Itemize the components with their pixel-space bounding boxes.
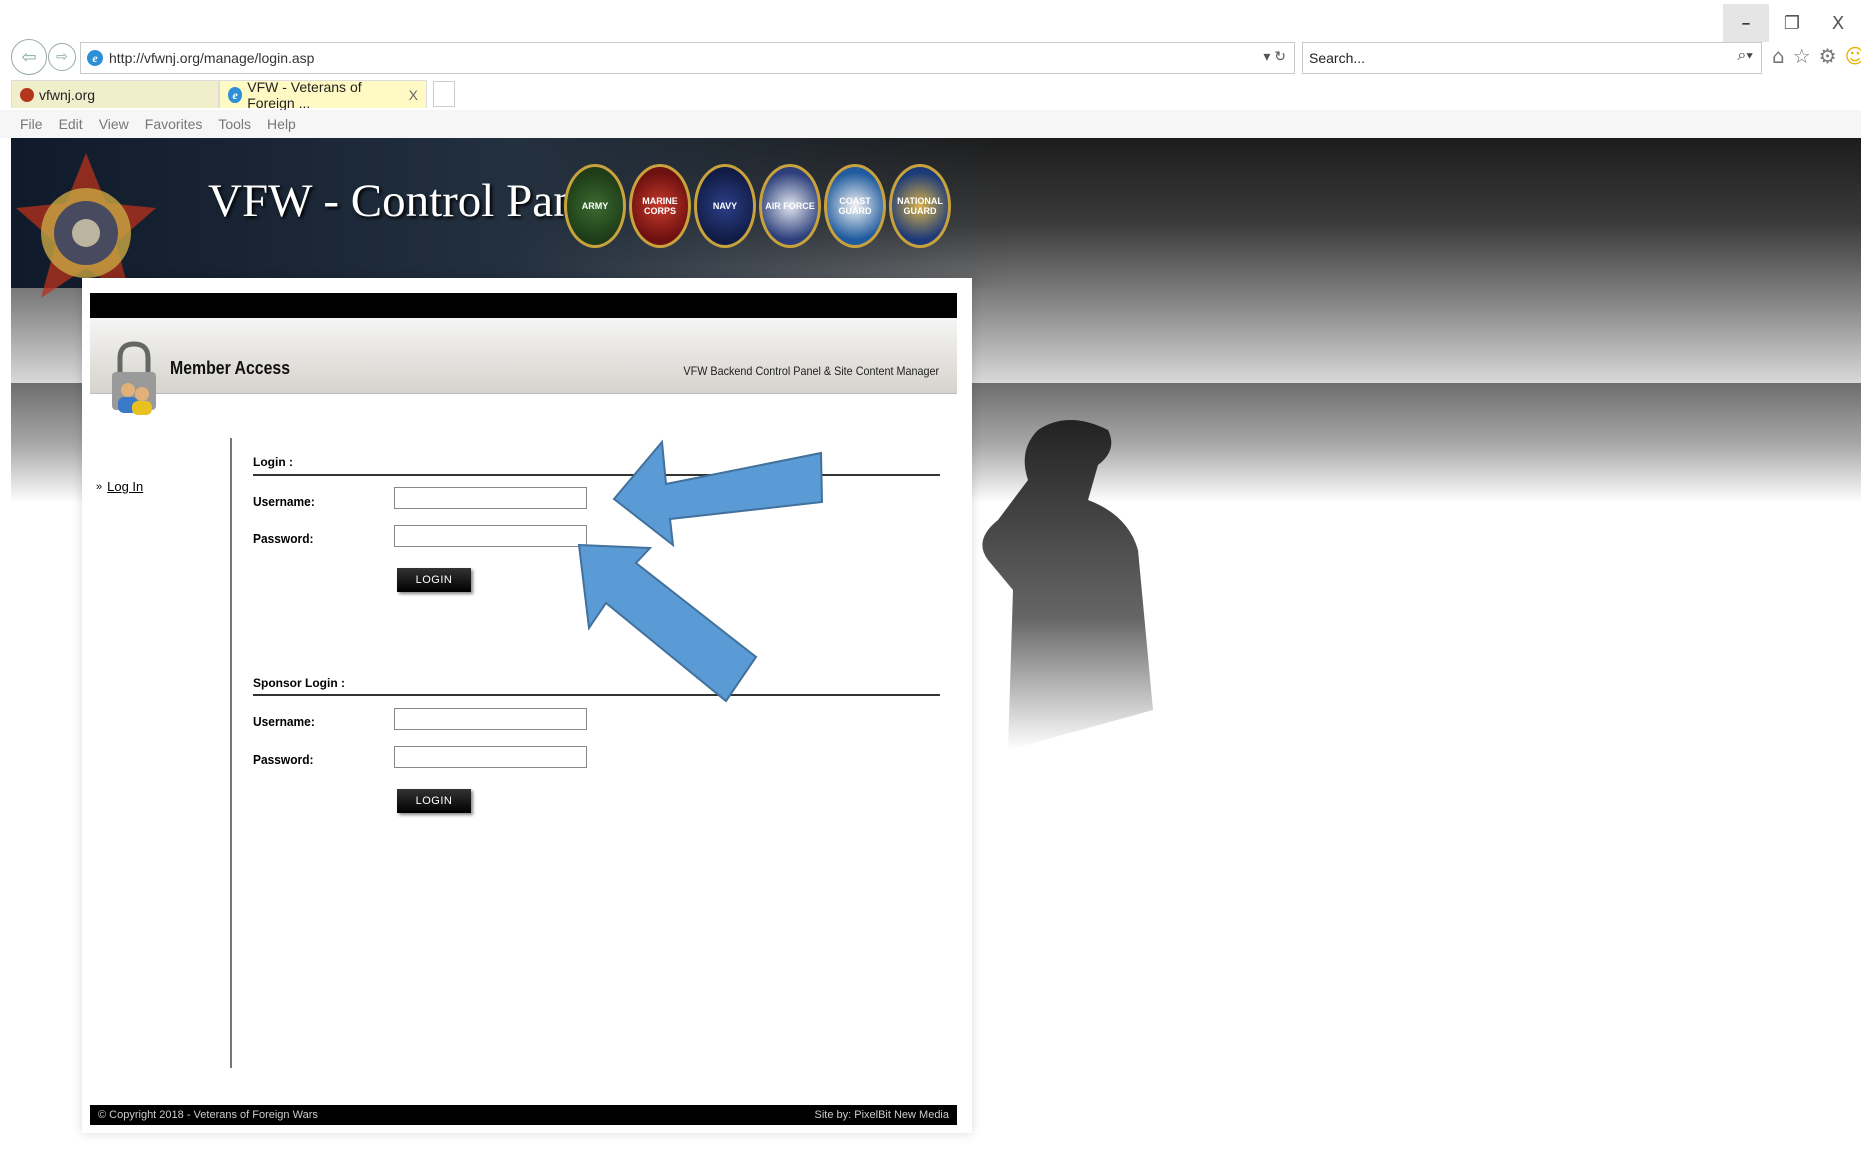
login-password-label: Password: — [253, 531, 314, 546]
saluting-soldier-silhouette — [982, 420, 1153, 750]
ie-icon: e — [87, 50, 103, 66]
sponsor-username-label: Username: — [253, 714, 315, 729]
panel-header: Member Access VFW Backend Control Panel … — [90, 318, 957, 415]
tab-vfwnj[interactable]: vfwnj.org — [11, 80, 219, 108]
menu-view[interactable]: View — [99, 116, 129, 132]
sponsor-section-title: Sponsor Login : — [253, 676, 345, 690]
marine-corps-seal-icon: MARINE CORPS — [629, 164, 691, 248]
menu-edit[interactable]: Edit — [59, 116, 83, 132]
window-controls: – ❐ X — [1723, 4, 1861, 42]
back-button[interactable]: ⇦ — [11, 39, 47, 75]
sidebar-login-link[interactable]: » Log In — [96, 479, 143, 494]
forward-button[interactable]: ⇨ — [48, 43, 76, 71]
sponsor-login-button[interactable]: LOGIN — [397, 789, 471, 813]
restore-button[interactable]: ❐ — [1769, 4, 1815, 42]
tab-label: vfwnj.org — [39, 86, 96, 103]
menu-bar: File Edit View Favorites Tools Help — [0, 110, 1861, 138]
navy-seal-icon: NAVY — [694, 164, 756, 248]
close-tab-icon[interactable]: X — [409, 87, 418, 103]
banner-title: VFW - Control Panel — [208, 175, 611, 227]
copyright-text: © Copyright 2018 - Veterans of Foreign W… — [98, 1109, 318, 1121]
coast-guard-seal-icon: COAST GUARD — [824, 164, 886, 248]
log-in-link[interactable]: Log In — [107, 479, 143, 494]
login-section-title: Login : — [253, 455, 293, 469]
url-text: http://vfwnj.org/manage/login.asp — [109, 50, 315, 66]
forward-arrow-icon: ⇨ — [56, 49, 68, 65]
sponsor-section-rule — [253, 694, 940, 696]
menu-file[interactable]: File — [20, 116, 43, 132]
search-box[interactable]: Search... ⌕▾ — [1302, 42, 1762, 74]
tab-label: VFW - Veterans of Foreign ... — [247, 78, 362, 111]
smiley-icon[interactable]: ☺ — [1845, 44, 1861, 68]
favorites-star-icon[interactable]: ☆ — [1793, 44, 1811, 68]
search-placeholder: Search... — [1309, 50, 1366, 66]
panel-footer: © Copyright 2018 - Veterans of Foreign W… — [90, 1105, 957, 1125]
login-button[interactable]: LOGIN — [397, 568, 471, 592]
tab-strip: vfwnj.org e VFW - Veterans of Foreign ..… — [11, 78, 455, 111]
menu-tools[interactable]: Tools — [218, 116, 251, 132]
home-icon[interactable]: ⌂ — [1772, 44, 1785, 68]
member-access-title: Member Access — [170, 358, 291, 378]
search-icon[interactable]: ⌕▾ — [1737, 47, 1753, 65]
login-username-label: Username: — [253, 494, 315, 509]
sidebar-divider — [230, 438, 232, 1068]
menu-help[interactable]: Help — [267, 116, 296, 132]
login-section-rule — [253, 474, 940, 476]
national-guard-seal-icon: NATIONAL GUARD — [889, 164, 951, 248]
login-username-input[interactable] — [394, 487, 587, 509]
padlock-users-icon — [112, 341, 156, 415]
toolbar-icons: ⌂ ☆ ⚙ ☺ — [1772, 44, 1861, 68]
sponsor-password-input[interactable] — [394, 746, 587, 768]
control-panel-box: Member Access VFW Backend Control Panel … — [82, 278, 972, 1133]
double-chevron-icon: » — [96, 480, 103, 493]
close-window-button[interactable]: X — [1815, 4, 1861, 42]
minimize-button[interactable]: – — [1723, 4, 1769, 42]
army-seal-icon: ARMY — [564, 164, 626, 248]
site-credit-text: Site by: PixelBit New Media — [814, 1109, 950, 1121]
header-subtitle: VFW Backend Control Panel & Site Content… — [683, 364, 939, 378]
browser-chrome: – ❐ X ⇦ ⇨ e http://vfwnj.org/manage/logi… — [0, 0, 1861, 141]
vfw-favicon-icon — [20, 87, 34, 102]
air-force-seal-icon: AIR FORCE — [759, 164, 821, 248]
tab-vfw-active[interactable]: e VFW - Veterans of Foreign ... X — [219, 78, 427, 111]
gear-icon[interactable]: ⚙ — [1819, 44, 1837, 68]
refresh-icon[interactable]: ▾ ↻ — [1263, 48, 1286, 65]
military-seals: ARMY MARINE CORPS NAVY AIR FORCE COAST G… — [564, 164, 951, 248]
back-arrow-icon: ⇦ — [21, 46, 37, 68]
menu-favorites[interactable]: Favorites — [145, 116, 203, 132]
login-password-input[interactable] — [394, 525, 587, 547]
sponsor-username-input[interactable] — [394, 708, 587, 730]
address-bar[interactable]: e http://vfwnj.org/manage/login.asp ▾ ↻ — [80, 42, 1295, 74]
new-tab-button[interactable] — [433, 81, 455, 107]
panel-top-bar — [90, 293, 957, 318]
sponsor-password-label: Password: — [253, 752, 314, 767]
ie-icon: e — [228, 86, 243, 103]
